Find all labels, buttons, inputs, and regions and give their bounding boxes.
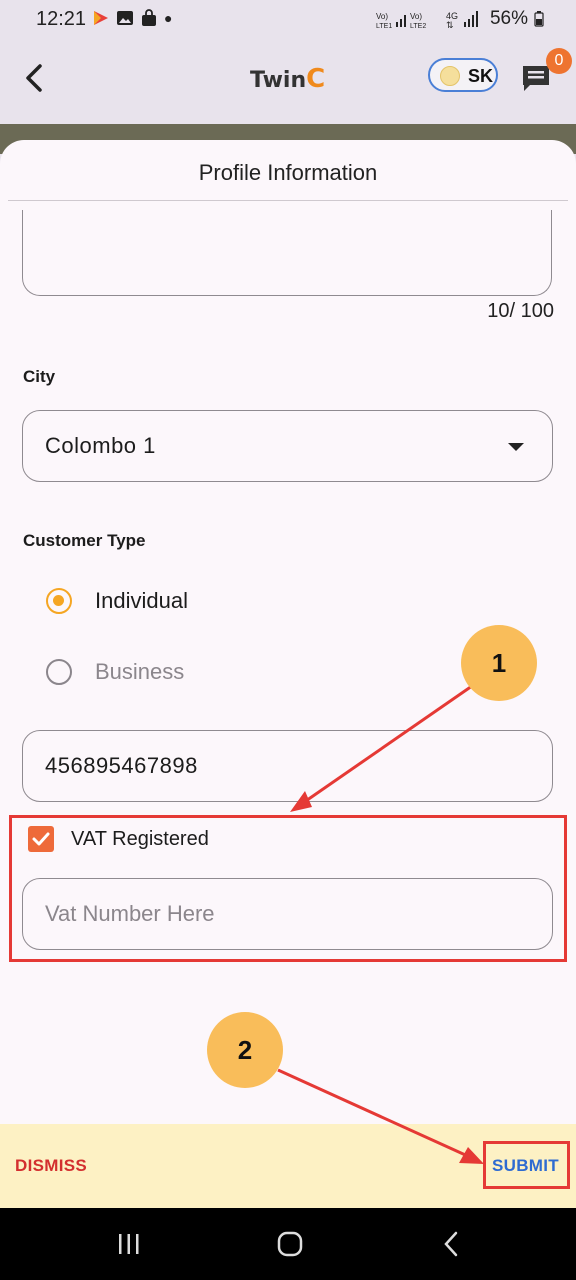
dot-icon: ● (164, 10, 173, 26)
city-dropdown[interactable]: Colombo 1 (22, 410, 553, 482)
dropdown-arrow-icon (508, 443, 524, 451)
dismiss-button[interactable]: DISMISS (15, 1156, 87, 1176)
address-char-counter: 10/ 100 (487, 300, 554, 322)
user-initials: SK (468, 66, 494, 86)
app-logo: TwinC (250, 64, 326, 94)
radio-business[interactable] (46, 659, 72, 685)
city-value: Colombo 1 (45, 433, 156, 458)
title-divider (8, 200, 568, 201)
radio-business-label[interactable]: Business (95, 659, 184, 685)
svg-text:Vo): Vo) (376, 12, 388, 21)
submit-highlight-box (483, 1141, 570, 1189)
radio-individual[interactable] (46, 588, 72, 614)
address-textarea[interactable] (22, 210, 552, 296)
coin-icon (440, 66, 460, 86)
id-number-field[interactable]: 456895467898 (22, 730, 553, 802)
battery-icon (534, 11, 544, 27)
svg-text:Vo): Vo) (410, 12, 422, 21)
radio-individual-label[interactable]: Individual (95, 588, 188, 614)
nav-back-icon[interactable] (440, 1230, 462, 1258)
network-4g-icon: 4G ⇅ (446, 11, 478, 29)
customer-type-label: Customer Type (23, 531, 146, 550)
signal-icon: Vo) LTE1 Vo) LTE2 (376, 12, 426, 29)
id-number-value: 456895467898 (45, 753, 198, 778)
callout-1: 1 (461, 625, 537, 701)
shopping-bag-icon (142, 9, 156, 26)
gallery-icon (117, 11, 133, 25)
user-profile-pill[interactable]: SK (428, 58, 498, 92)
status-time: 12:21 (36, 8, 87, 30)
back-arrow-icon[interactable] (20, 58, 50, 98)
recent-apps-icon[interactable] (116, 1232, 142, 1256)
sheet-title: Profile Information (198, 160, 378, 185)
svg-text:⇅: ⇅ (446, 20, 454, 29)
battery-percent: 56% (489, 8, 528, 29)
home-icon[interactable] (276, 1230, 304, 1258)
vat-highlight-box (9, 815, 567, 962)
notification-badge: 0 (546, 48, 572, 74)
svg-text:LTE2: LTE2 (410, 23, 426, 29)
callout-2: 2 (207, 1012, 283, 1088)
svg-text:LTE1: LTE1 (376, 23, 392, 29)
city-label: City (23, 367, 56, 386)
status-bar: 12:21 ● Vo) LTE1 Vo) LTE2 4G ⇅ 56% (0, 0, 576, 38)
app-bar: TwinC SK 0 (0, 38, 576, 124)
system-nav-bar (0, 1208, 576, 1280)
app-notification-icon (94, 11, 108, 25)
